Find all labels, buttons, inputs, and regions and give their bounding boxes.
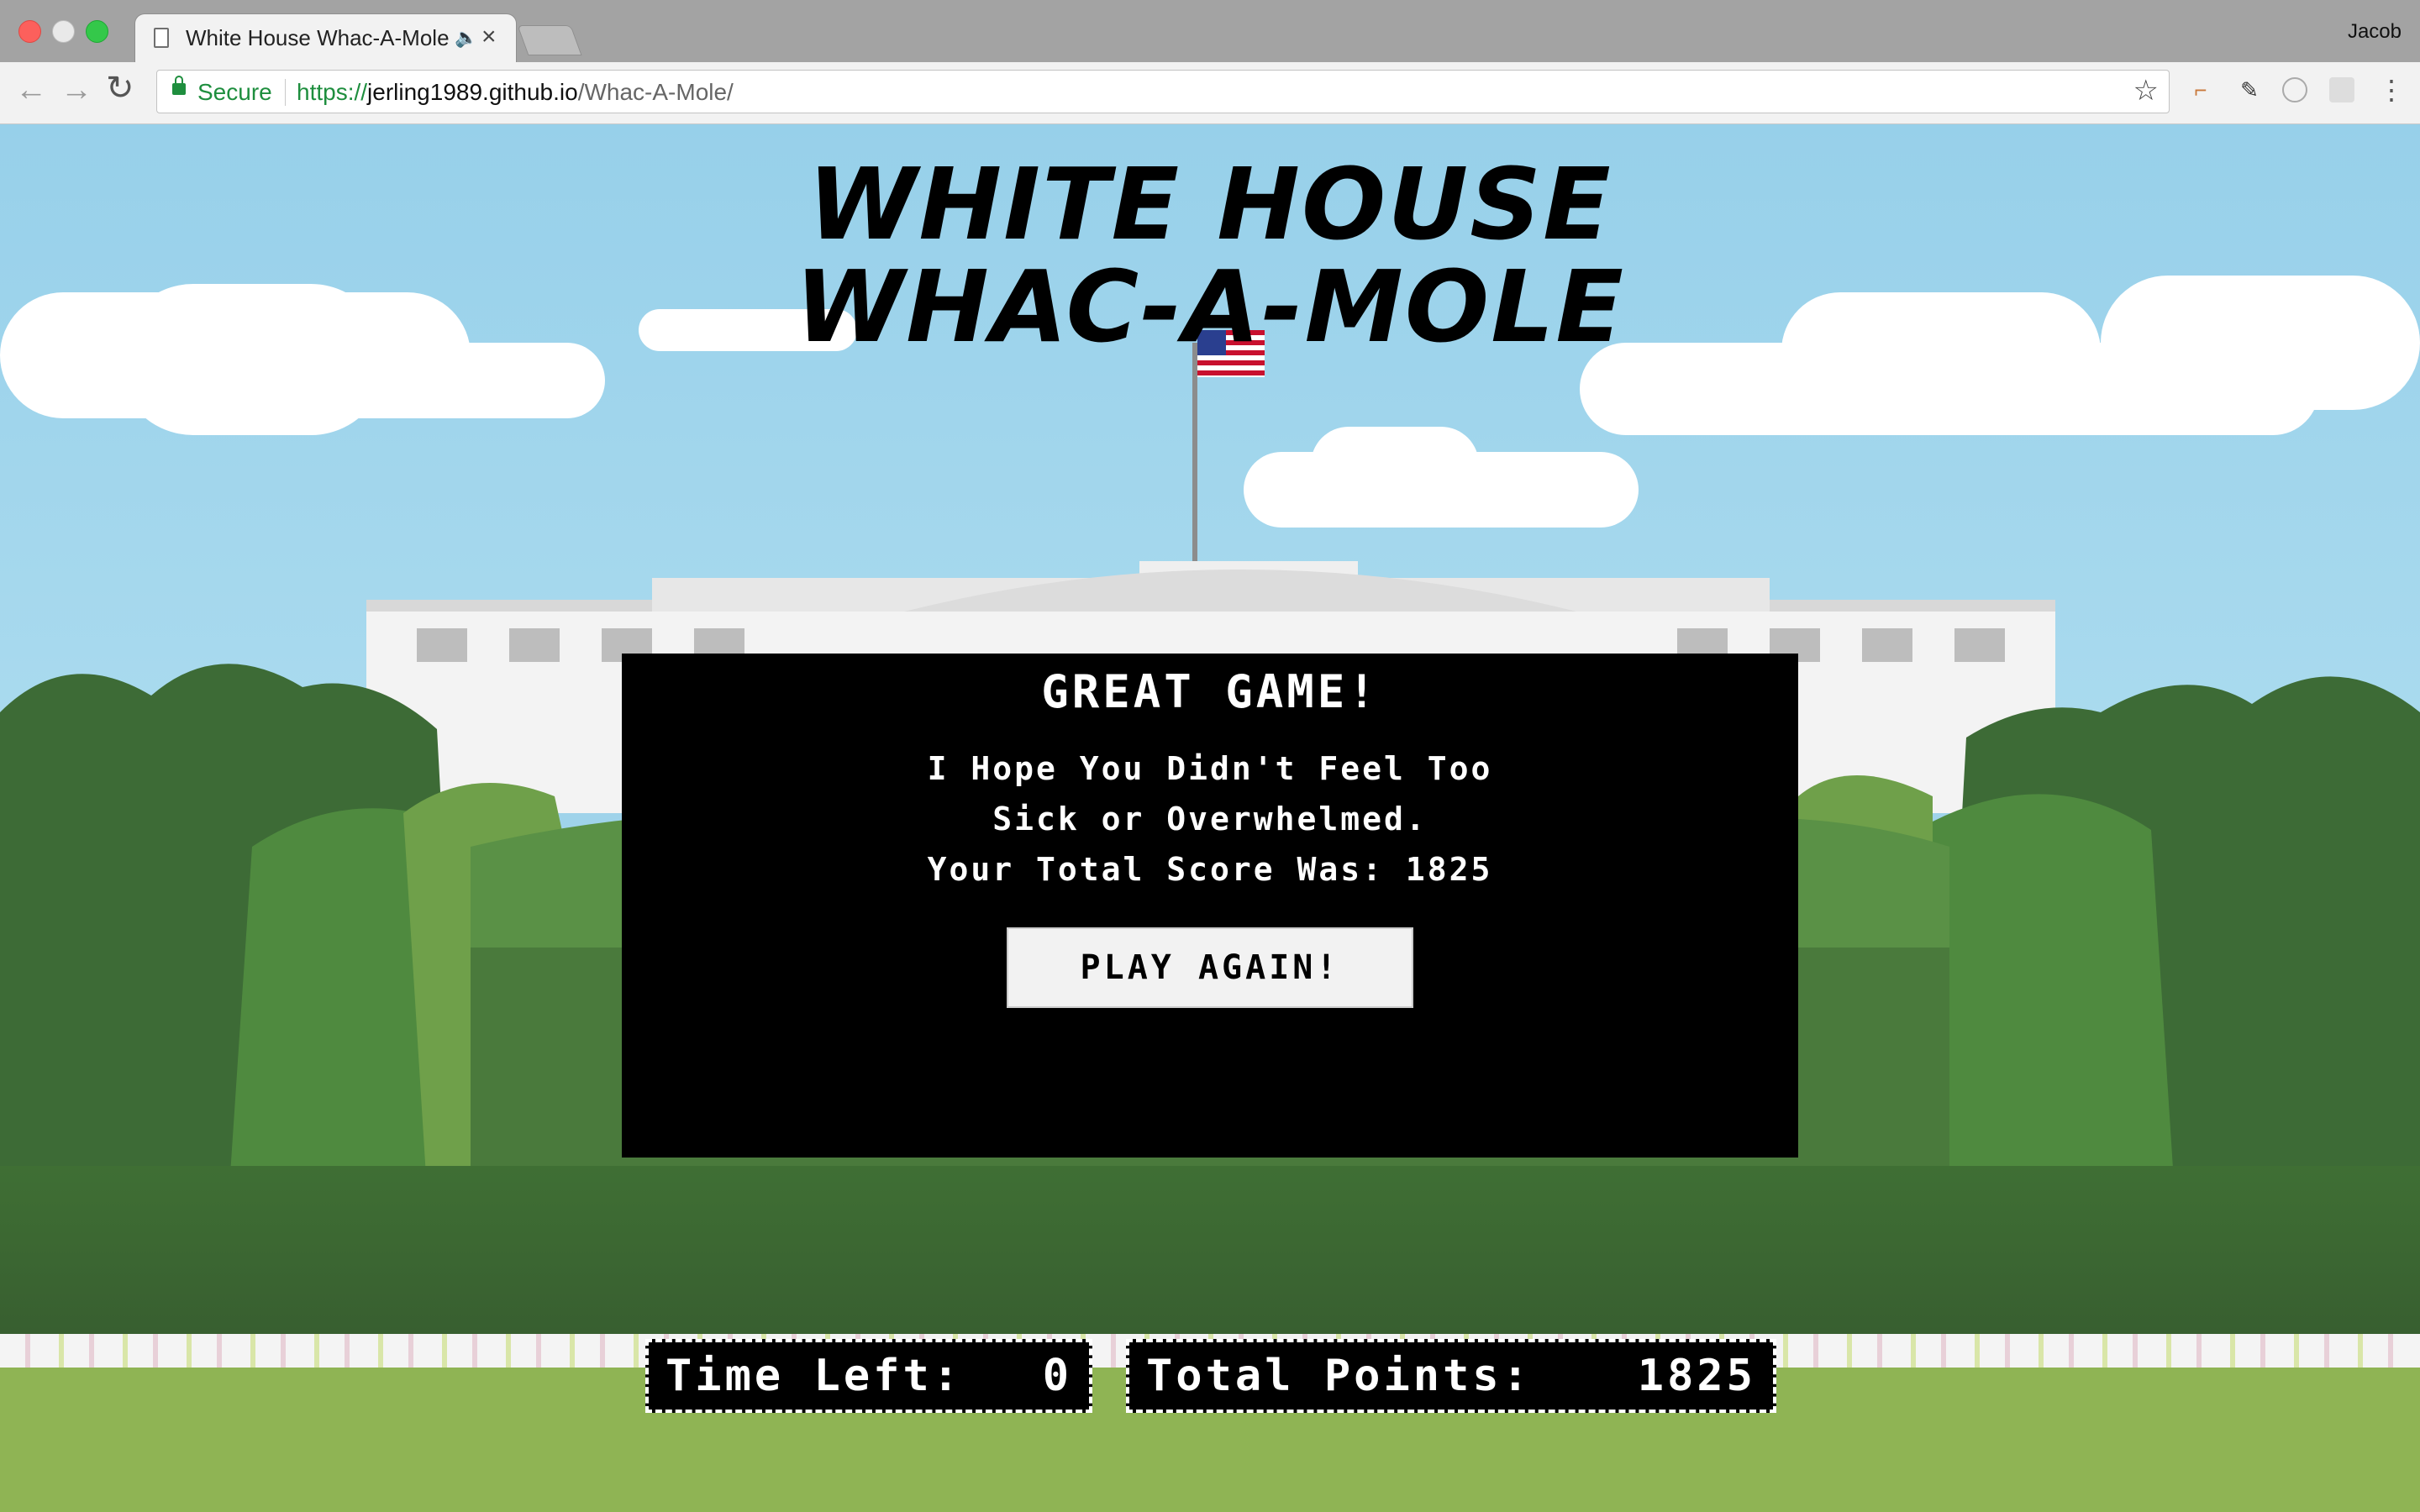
game-title-line1: WHITE HOUSE [808,146,1612,262]
window-minimize-button[interactable] [52,20,75,43]
extension-circle-icon[interactable] [2282,77,2307,102]
game-title: WHITE HOUSE WHAC-A-MOLE [0,153,2420,358]
eyedropper-extension-icon[interactable]: ✎ [2237,77,2262,102]
extension-grid-icon[interactable] [2329,77,2354,102]
profile-name[interactable]: Jacob [2348,20,2402,44]
bookmark-star-icon[interactable]: ☆ [2133,74,2159,108]
play-again-button[interactable]: PLAY AGAIN! [1007,927,1413,1008]
audio-playing-icon[interactable]: 🔈 [455,27,477,49]
time-left-value: 0 [1042,1351,1072,1401]
url-scheme: https:// [297,79,368,105]
modal-heading: GREAT GAME! [1041,665,1379,718]
modal-score-line: Your Total Score Was: 1825 [622,844,1798,895]
address-bar[interactable]: Secure https://jerling1989.github.io/Wha… [156,70,2170,113]
game-title-line2: WHAC-A-MOLE [794,249,1625,365]
total-points-label: Total Points: [1146,1351,1532,1401]
score-value: 1825 [1405,851,1493,888]
game-page: WHITE HOUSE WHAC-A-MOLE GREAT GAME! I Ho… [0,124,2420,1512]
url-host: jerling1989.github.io [367,79,578,105]
back-arrow-icon[interactable]: ← [15,72,47,108]
new-tab-button[interactable] [517,25,582,55]
browser-titlebar: White House Whac-A-Mole 🔈 × Jacob [0,0,2420,62]
window-close-button[interactable] [18,20,41,43]
window-maximize-button[interactable] [86,20,108,43]
forward-arrow-icon[interactable]: → [60,72,92,108]
tab-title: White House Whac-A-Mole [186,25,450,50]
address-separator [285,79,286,106]
game-over-modal: GREAT GAME! I Hope You Didn't Feel Too S… [622,654,1798,1158]
browser-toolbar: ← → ↻ Secure https://jerling1989.github.… [0,62,2420,124]
browser-tab[interactable]: White House Whac-A-Mole 🔈 × [134,13,517,62]
time-left-label: Time Left: [666,1351,963,1401]
score-label: Your Total Score Was: [927,851,1385,888]
total-points-value: 1825 [1637,1351,1756,1401]
url-path: /Whac-A-Mole/ [577,79,734,105]
total-points-box: Total Points: 1825 [1126,1339,1776,1413]
modal-message-line1: I Hope You Didn't Feel Too [927,750,1493,787]
secure-label: Secure [197,79,272,105]
modal-message-line2: Sick or Overwhelmed. [992,801,1428,837]
menu-kebab-icon[interactable]: ⋮ [2378,76,2405,103]
extension-icon[interactable]: ⌐ [2188,77,2213,102]
reload-icon[interactable]: ↻ [106,69,134,108]
url-text[interactable]: https://jerling1989.github.io/Whac-A-Mol… [297,79,734,106]
time-left-box: Time Left: 0 [645,1339,1092,1413]
page-icon [154,28,169,48]
tab-close-icon[interactable]: × [481,23,497,51]
lock-icon [172,76,186,95]
